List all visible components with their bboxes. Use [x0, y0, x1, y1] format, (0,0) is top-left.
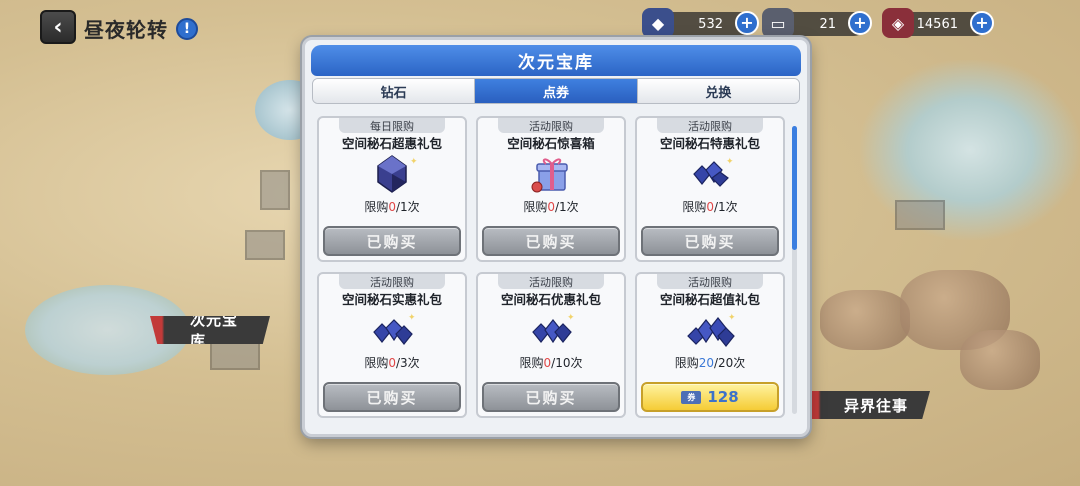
- buy-button[interactable]: 券 128: [641, 382, 779, 412]
- svg-text:✦: ✦: [726, 157, 734, 167]
- modal-title: 次元宝库: [311, 45, 801, 76]
- purchased-button[interactable]: 已购买: [482, 226, 620, 256]
- item-limit: 限购20/20次: [674, 356, 746, 370]
- map-label-dimension-vault[interactable]: 次元宝库: [150, 316, 270, 344]
- shop-item-card[interactable]: 活动限购 空间秘石惊喜箱 限购0/1次 已购买: [476, 116, 626, 262]
- crystal-pile-icon: ✦: [687, 313, 736, 347]
- scrollbar-thumb[interactable]: [792, 126, 797, 250]
- item-tag: 活动限购: [657, 274, 763, 289]
- item-name: 空间秘石超值礼包: [659, 292, 760, 307]
- tab-voucher[interactable]: 点券: [475, 79, 638, 103]
- gem-icon: ◈: [882, 8, 914, 38]
- add-ticket-button[interactable]: +: [848, 11, 872, 35]
- scrollbar[interactable]: [792, 126, 797, 414]
- item-limit: 限购0/10次: [519, 356, 583, 370]
- item-tag: 活动限购: [498, 274, 604, 289]
- item-name: 空间秘石实惠礼包: [341, 292, 442, 307]
- ticket-icon: ▭: [762, 8, 794, 38]
- crystal-icon: ◆: [642, 8, 674, 38]
- item-grid: 每日限购 空间秘石超惠礼包 ✦ 限购0/1次 已购买 活动限购 空间秘石惊喜箱: [317, 116, 785, 422]
- svg-text:✦: ✦: [408, 313, 416, 323]
- add-crystal-button[interactable]: +: [735, 11, 759, 35]
- resource-value: 532: [698, 16, 723, 32]
- shop-item-card[interactable]: 活动限购 空间秘石实惠礼包 ✦ 限购0/3次 已购买: [317, 272, 467, 418]
- item-name: 空间秘石特惠礼包: [659, 136, 760, 151]
- purchased-button[interactable]: 已购买: [482, 382, 620, 412]
- resource-value: 14561: [916, 16, 958, 32]
- crystal-cluster-icon: ✦: [373, 313, 416, 345]
- back-button[interactable]: ‹: [40, 10, 76, 44]
- item-limit: 限购0/1次: [523, 200, 579, 214]
- shop-item-card[interactable]: 活动限购 空间秘石优惠礼包 ✦ 限购0/10次 已购买: [476, 272, 626, 418]
- item-tag: 每日限购: [339, 118, 445, 133]
- map-label-otherworld-story[interactable]: 异界往事: [800, 391, 930, 419]
- item-name: 空间秘石惊喜箱: [507, 136, 595, 151]
- tab-diamond[interactable]: 钻石: [313, 79, 476, 103]
- gift-box-icon: [531, 158, 568, 193]
- shop-item-card[interactable]: 每日限购 空间秘石超惠礼包 ✦ 限购0/1次 已购买: [317, 116, 467, 262]
- purchased-button[interactable]: 已购买: [641, 226, 779, 256]
- shop-item-card[interactable]: 活动限购 空间秘石特惠礼包 ✦ 限购0/1次 已购买: [635, 116, 785, 262]
- ticket-icon: 券: [681, 390, 702, 404]
- item-tag: 活动限购: [657, 118, 763, 133]
- resource-value: 21: [819, 16, 836, 32]
- item-tag: 活动限购: [498, 118, 604, 133]
- price-label: 128: [707, 388, 739, 406]
- purchased-button[interactable]: 已购买: [323, 382, 461, 412]
- page-title: 昼夜轮转: [84, 18, 168, 42]
- add-gem-button[interactable]: +: [970, 11, 994, 35]
- tab-exchange[interactable]: 兑换: [637, 79, 799, 103]
- item-name: 空间秘石超惠礼包: [341, 136, 442, 151]
- item-limit: 限购0/1次: [364, 200, 420, 214]
- shop-item-card[interactable]: 活动限购 空间秘石超值礼包 ✦ 限购20/20次 券 128: [635, 272, 785, 418]
- purchased-button[interactable]: 已购买: [323, 226, 461, 256]
- crystal-cluster-icon: ✦: [532, 313, 575, 344]
- info-icon[interactable]: !: [176, 18, 198, 40]
- item-name: 空间秘石优惠礼包: [500, 292, 601, 307]
- svg-text:✦: ✦: [567, 313, 575, 323]
- svg-text:✦: ✦: [410, 157, 418, 167]
- resource-ticket: ▭ 21 +: [762, 8, 872, 38]
- item-tag: 活动限购: [339, 274, 445, 289]
- shop-tabs: 钻石 点券 兑换: [312, 78, 800, 104]
- dark-crystal-icon: ✦: [377, 155, 418, 193]
- resource-crystal: ◆ 532 +: [642, 8, 759, 38]
- resource-gem: ◈ 14561 +: [882, 8, 994, 38]
- item-limit: 限购0/3次: [364, 356, 420, 370]
- crystal-cluster-icon: ✦: [693, 157, 734, 187]
- item-limit: 限购0/1次: [682, 200, 738, 214]
- shop-modal: 次元宝库 钻石 点券 兑换 每日限购 空间秘石超惠礼包 ✦ 限购0/1次 已购买…: [302, 37, 810, 437]
- svg-text:✦: ✦: [728, 313, 736, 323]
- chevron-left-icon: ‹: [53, 14, 63, 40]
